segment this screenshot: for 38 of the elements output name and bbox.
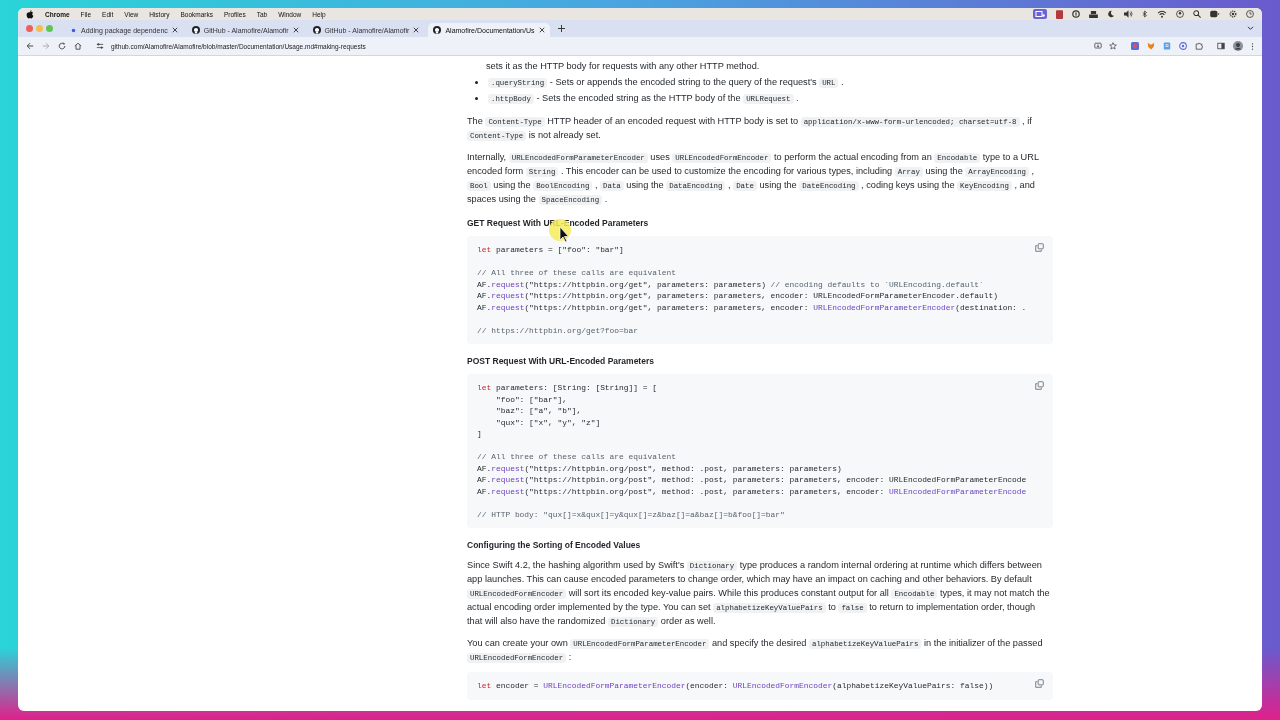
close-icon[interactable]: [292, 27, 299, 33]
search-icon[interactable]: [1193, 10, 1201, 18]
sidebar-icon[interactable]: [1217, 42, 1225, 50]
book-icon[interactable]: [1056, 9, 1063, 19]
back-icon[interactable]: [26, 42, 34, 50]
dot-icon: [70, 26, 77, 34]
section-heading: POST Request With URL-Encoded Parameters: [467, 356, 655, 366]
circle-icon[interactable]: [1072, 10, 1080, 18]
install-icon[interactable]: [1094, 42, 1102, 50]
refresh-circle-icon[interactable]: [1179, 42, 1187, 50]
copy-icon[interactable]: [1035, 381, 1044, 390]
gear-icon[interactable]: [1229, 10, 1237, 18]
clock-icon[interactable]: [1246, 10, 1254, 18]
moon-icon[interactable]: [1107, 10, 1115, 18]
avatar-icon[interactable]: [1233, 41, 1243, 51]
close-icon[interactable]: [538, 27, 545, 33]
list-item-text: sets it as the HTTP body for requests with any other HTTP method.: [485, 60, 761, 73]
close-icon[interactable]: [171, 27, 178, 33]
close-icon[interactable]: [413, 27, 420, 33]
copy-icon[interactable]: [1035, 679, 1044, 688]
speaker-icon[interactable]: [1124, 10, 1133, 18]
copy-icon[interactable]: [1035, 243, 1044, 252]
new-tab-icon[interactable]: [557, 25, 565, 32]
menu-icon[interactable]: [1251, 41, 1254, 51]
section-heading: Configuring the Sorting of Encoded Values: [467, 540, 642, 550]
star-icon[interactable]: [1109, 42, 1117, 50]
screen-record-icon[interactable]: [1033, 9, 1047, 19]
apple-icon[interactable]: [26, 9, 34, 19]
chevron-down-icon[interactable]: [1247, 26, 1254, 31]
grid-icon[interactable]: [1089, 10, 1098, 18]
sliders-icon[interactable]: [96, 42, 104, 50]
user-icon[interactable]: [1176, 10, 1184, 18]
bullet-icon: [475, 96, 478, 100]
home-icon[interactable]: [74, 42, 82, 50]
bluetooth-icon[interactable]: [1142, 10, 1148, 18]
reload-icon[interactable]: [58, 42, 66, 50]
bullet-icon: [475, 80, 478, 84]
wifi-icon[interactable]: [1157, 10, 1167, 18]
